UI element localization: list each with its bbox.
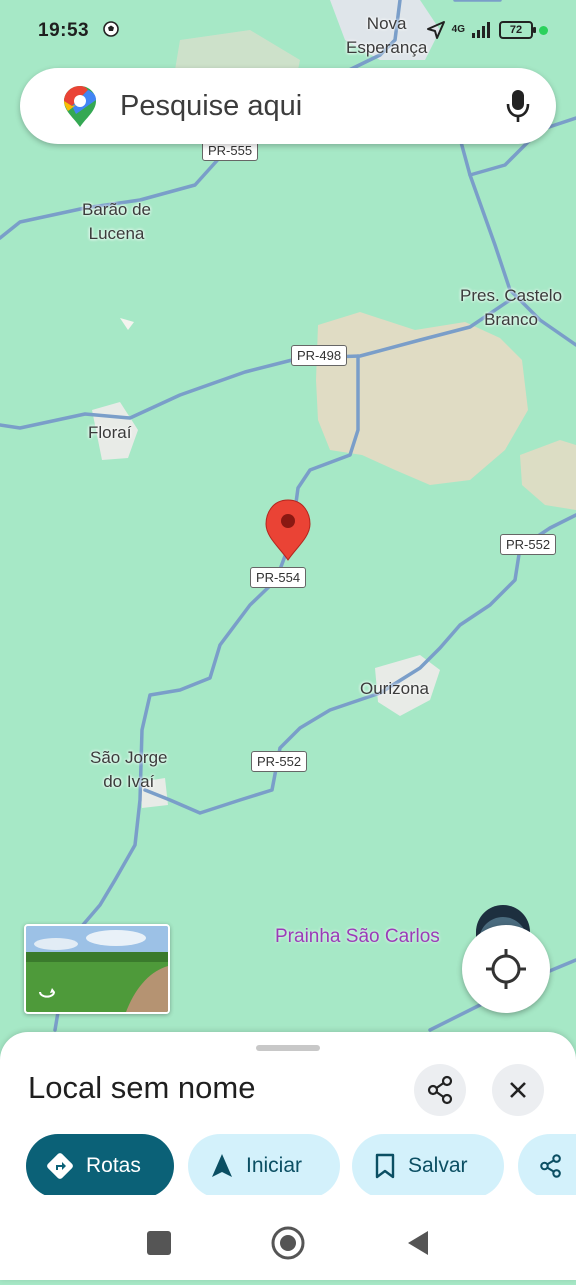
battery-icon: 72	[499, 21, 536, 39]
share-chip-button[interactable]	[518, 1134, 576, 1198]
place-title: Local sem nome	[28, 1070, 256, 1105]
signal-icon	[472, 22, 490, 38]
road-shield-pr-498: PR-498	[291, 345, 348, 366]
privacy-indicator-dot	[539, 25, 548, 35]
my-location-button[interactable]	[462, 925, 550, 1013]
place-label-florai: Floraí	[88, 423, 132, 442]
search-input[interactable]: Pesquise aqui	[120, 90, 302, 123]
share-icon	[427, 1075, 453, 1105]
status-time: 19:53	[38, 20, 90, 41]
place-label-sao-jorge-do-ivai: São Jorge do Ivaí	[90, 748, 168, 791]
save-label: Salvar	[408, 1154, 468, 1177]
start-button[interactable]: Iniciar	[188, 1134, 340, 1198]
share-button[interactable]	[414, 1064, 466, 1116]
location-arrow-icon	[426, 21, 445, 39]
home-button[interactable]	[271, 1226, 305, 1260]
close-button[interactable]	[492, 1064, 544, 1116]
directions-button[interactable]: Rotas	[26, 1134, 174, 1198]
navigation-arrow-icon	[212, 1154, 232, 1177]
save-button[interactable]: Salvar	[352, 1134, 504, 1198]
road-shield-pr-552: PR-552	[251, 751, 308, 772]
status-icons: 4G 72	[426, 20, 548, 40]
recents-icon	[147, 1231, 171, 1255]
back-button[interactable]	[408, 1231, 428, 1255]
microphone-icon[interactable]	[506, 89, 530, 123]
crosshair-icon	[486, 949, 526, 989]
street-view-thumbnail[interactable]	[24, 924, 170, 1014]
road-shield-pr-554: PR-554	[250, 567, 307, 588]
street-view-image	[26, 926, 168, 1012]
recents-button[interactable]	[147, 1231, 171, 1255]
start-label: Iniciar	[246, 1154, 303, 1177]
place-label-pres-castelo-branco: Pres. Castelo Branco	[460, 286, 563, 329]
system-navigation-bar	[0, 1195, 576, 1280]
directions-icon	[47, 1153, 73, 1179]
directions-label: Rotas	[86, 1154, 141, 1177]
place-label-ourizona: Ourizona	[360, 679, 429, 698]
back-icon	[408, 1231, 428, 1255]
drag-handle[interactable]	[256, 1045, 320, 1051]
google-maps-logo-icon	[64, 86, 96, 127]
status-bar: 19:53 4G 72	[0, 0, 576, 62]
soccer-ball-icon	[103, 21, 119, 37]
share-icon	[540, 1154, 561, 1178]
road-shield-pr-552: PR-552	[500, 534, 557, 555]
network-type: 4G	[451, 24, 465, 35]
search-bar[interactable]: Pesquise aqui	[20, 68, 556, 144]
place-label-barao-de-lucena: Barão de Lucena	[82, 200, 151, 243]
bookmark-icon	[375, 1153, 395, 1179]
close-icon	[510, 1082, 526, 1098]
poi-label-prainha-sao-carlos[interactable]: Prainha São Carlos	[275, 926, 440, 948]
